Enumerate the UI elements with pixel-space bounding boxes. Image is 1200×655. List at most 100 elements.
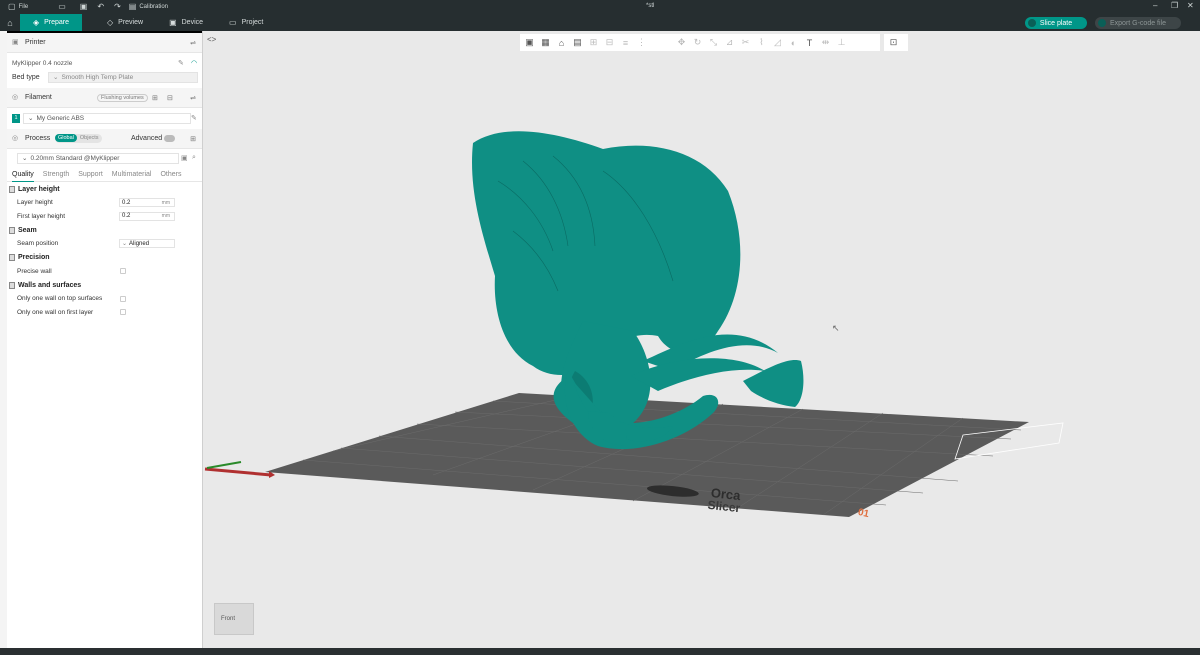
text-icon[interactable]: T <box>803 36 816 49</box>
wifi-icon[interactable]: ◠ <box>191 59 197 67</box>
precise-wall-label: Precise wall <box>17 267 52 275</box>
split-objects-icon[interactable]: ⊞ <box>587 36 600 49</box>
tab-multimaterial[interactable]: Multimaterial <box>112 168 152 182</box>
tab-quality[interactable]: Quality <box>12 168 34 182</box>
chevron-down-icon: ⌄ <box>28 115 34 122</box>
new-file-icon[interactable]: ▭ <box>58 3 66 11</box>
precise-wall-checkbox[interactable] <box>120 268 126 275</box>
printer-settings-icon[interactable]: ⇌ <box>190 39 196 47</box>
first-layer-wall-option: Only one wall on first layer <box>7 306 202 320</box>
rotate-icon[interactable]: ↻ <box>691 36 704 49</box>
filament-settings-icon[interactable]: ⇌ <box>190 94 196 102</box>
tab-strength[interactable]: Strength <box>43 168 69 182</box>
bed-type-select[interactable]: ⌄ Smooth High Temp Plate <box>48 71 198 83</box>
arrange-icon[interactable]: ▤ <box>571 36 584 49</box>
process-settings-icon[interactable]: ⊞ <box>190 135 196 143</box>
global-objects-toggle[interactable]: Global Objects <box>55 134 102 143</box>
top-surface-wall-label: Only one wall on top surfaces <box>17 295 103 303</box>
tab-preview[interactable]: ◇ Preview <box>94 14 156 31</box>
move-icon[interactable]: ✥ <box>675 36 688 49</box>
filament-section-header[interactable]: ◎ Filament Flushing volumes ⊞ ⊟ ⇌ <box>7 88 202 108</box>
first-layer-height-input[interactable]: 0.2 mm <box>119 211 175 221</box>
layer-height-value: 0.2 <box>122 199 131 206</box>
layer-height-group-icon <box>9 185 15 193</box>
seam-paint-icon[interactable]: ◿ <box>771 36 784 49</box>
filament-icon: ◎ <box>12 94 19 101</box>
top-surface-wall-checkbox[interactable] <box>120 295 126 302</box>
file-menu[interactable]: ▢ File <box>8 3 28 11</box>
search-icon[interactable]: ⌕ <box>192 154 196 162</box>
redo-icon[interactable]: ↷ <box>114 3 121 11</box>
first-layer-wall-checkbox[interactable] <box>120 309 126 316</box>
close-icon[interactable]: ✕ <box>1187 1 1194 10</box>
save-icon[interactable]: ▣ <box>80 3 88 11</box>
add-object-icon[interactable]: ▣ <box>523 36 536 49</box>
add-filament-icon[interactable]: ⊞ <box>152 94 158 102</box>
variable-layer-icon[interactable]: ⋮ <box>635 36 648 49</box>
plate-number: 01 <box>857 507 871 520</box>
filament-select[interactable]: ⌄ My Generic ABS <box>23 112 191 124</box>
assembly-icon[interactable]: ⊥ <box>835 36 848 49</box>
flushing-volumes-button[interactable]: Flushing volumes <box>97 94 148 102</box>
calibration-menu[interactable]: ▤ Calibration <box>129 3 168 11</box>
global-toggle[interactable]: Global <box>55 134 77 142</box>
remove-filament-icon[interactable]: ⊟ <box>167 94 173 102</box>
filament-slot-badge: 1 <box>12 113 20 123</box>
walls-group-icon <box>9 281 15 289</box>
layer-height-option: Layer height 0.2 mm <box>7 196 202 210</box>
undo-icon[interactable]: ↶ <box>97 3 104 11</box>
layer-height-input[interactable]: 0.2 mm <box>119 198 175 208</box>
minimize-icon[interactable]: – <box>1153 1 1157 10</box>
lay-on-face-icon[interactable]: ⊿ <box>723 36 736 49</box>
filament-name: My Generic ABS <box>36 114 85 122</box>
view-navigation-cube[interactable]: Front <box>214 603 254 635</box>
support-paint-icon[interactable]: ⌇ <box>755 36 768 49</box>
add-plate-icon[interactable]: ▦ <box>539 36 552 49</box>
plate-toolbar: ⊡ <box>884 34 908 51</box>
maximize-icon[interactable]: ❐ <box>1171 1 1178 10</box>
process-section-header[interactable]: ◎ Process Global Objects Advanced ⊞ <box>7 129 202 149</box>
title-bar: ▢ File ▭ ▣ ↶ ↷ ▤ Calibration *stl – ❐ ✕ <box>0 0 1200 14</box>
tab-prepare[interactable]: ◈ Prepare <box>20 14 82 31</box>
process-preset-row: ⌄ 0.20mm Standard @MyKlipper ▣ ⌕ <box>7 151 202 165</box>
collapse-sidebar-icon[interactable]: <> <box>207 35 216 44</box>
tab-others[interactable]: Others <box>160 168 181 182</box>
layers-icon[interactable]: ≡ <box>619 36 632 49</box>
objects-toggle[interactable]: Objects <box>77 134 102 142</box>
slice-dropdown-icon[interactable] <box>1028 19 1036 27</box>
tab-support[interactable]: Support <box>78 168 103 182</box>
gizmo-toolbar: ✥ ↻ ⤡ ⊿ ✂ ⌇ ◿ ◐ T ⇹ ⊥ <box>672 34 880 51</box>
precision-group-title: Precision <box>7 251 202 265</box>
printer-section-header[interactable]: ▣ Printer ⇌ <box>7 33 202 53</box>
measure-icon[interactable]: ⇹ <box>819 36 832 49</box>
plate-view-icon[interactable]: ⊡ <box>887 36 900 49</box>
color-paint-icon[interactable]: ◐ <box>787 36 800 49</box>
home-icon[interactable]: ⌂ <box>0 14 20 31</box>
edit-filament-icon[interactable]: ✎ <box>191 114 197 122</box>
edit-printer-icon[interactable]: ✎ <box>178 59 184 67</box>
save-preset-icon[interactable]: ▣ <box>181 154 188 162</box>
3d-viewport[interactable]: Orca Slicer 01 <> ↖ Front <box>203 31 1200 648</box>
seam-position-select[interactable]: ⌄ Aligned <box>119 239 175 249</box>
export-gcode-button[interactable]: Export G-code file <box>1095 17 1181 29</box>
advanced-toggle[interactable] <box>164 135 175 142</box>
export-dropdown-icon[interactable] <box>1098 19 1106 27</box>
tab-device[interactable]: ▣ Device <box>156 14 216 31</box>
y-axis <box>206 461 242 469</box>
process-preset-select[interactable]: ⌄ 0.20mm Standard @MyKlipper <box>17 152 179 164</box>
orient-icon[interactable]: ⌂ <box>555 36 568 49</box>
printer-select[interactable]: MyKlipper 0.4 nozzle <box>12 57 180 69</box>
cut-icon[interactable]: ✂ <box>739 36 752 49</box>
flushing-volumes-label: Flushing volumes <box>101 95 144 101</box>
scale-icon[interactable]: ⤡ <box>707 36 720 49</box>
printer-icon: ▣ <box>12 39 19 46</box>
x-axis <box>204 467 272 477</box>
plate-scene: Orca Slicer 01 <box>204 131 1064 520</box>
tab-project[interactable]: ▭ Project <box>216 14 276 31</box>
walls-group-label: Walls and surfaces <box>18 281 82 289</box>
split-parts-icon[interactable]: ⊟ <box>603 36 616 49</box>
layer-height-group-label: Layer height <box>18 185 60 193</box>
walls-group-title: Walls and surfaces <box>7 278 202 292</box>
first-layer-height-option: First layer height 0.2 mm <box>7 210 202 224</box>
slice-plate-button[interactable]: Slice plate <box>1025 17 1087 29</box>
